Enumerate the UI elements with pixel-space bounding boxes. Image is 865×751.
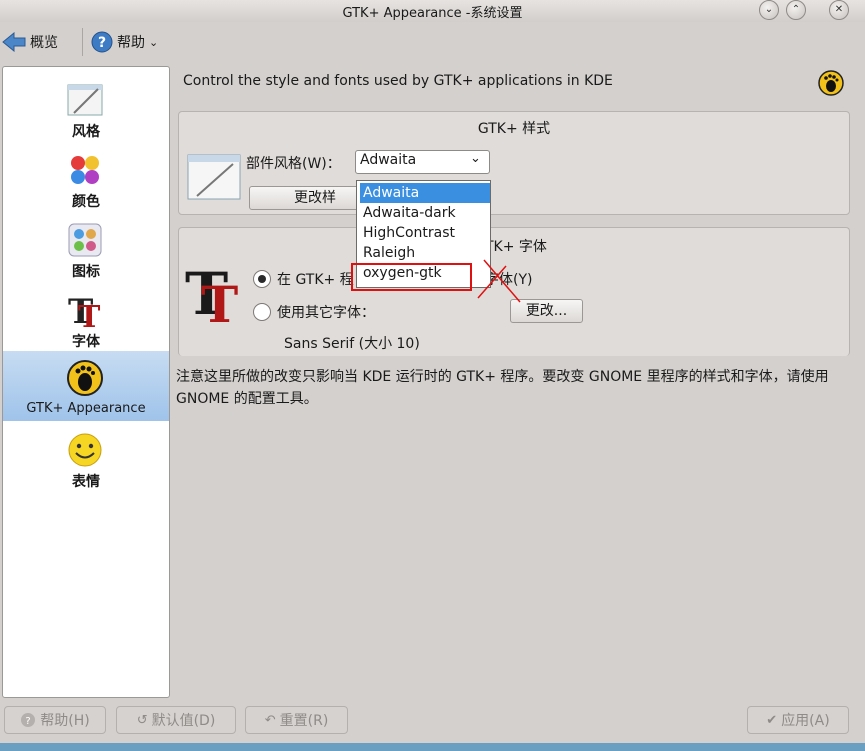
overview-label: 概览 [30,35,58,51]
sidebar: 风格 颜色 图标 T T 字体 GTK+ Appearance 表情 [2,66,170,698]
font-icon: T T [185,262,238,324]
dropdown-option[interactable]: Raleigh [360,243,490,263]
dropdown-option[interactable]: HighContrast [360,223,490,243]
current-font-desc: Sans Serif (大小 10) [284,336,420,352]
chevron-down-icon: ⌄ [470,151,481,166]
close-icon[interactable]: ✕ [829,0,849,20]
window-title: GTK+ Appearance -系统设置 [342,6,523,21]
group-title: GTK+ 样式 [477,121,551,137]
group-title: TK+ 字体 [485,239,547,255]
chevron-down-icon[interactable]: ⌄ [149,36,158,49]
font-icon: T T [68,292,101,329]
back-arrow-icon [2,32,26,52]
defaults-icon: ↺ [136,712,148,728]
checkmark-icon: ✔ [766,712,778,728]
note-text: 注意这里所做的改变只影响当 KDE 运行时的 GTK+ 程序。要改变 GNOME… [176,369,829,407]
help-icon: ? [91,31,113,53]
smiley-icon [68,433,102,467]
help-bottom-label: 帮助(H) [40,713,90,729]
defaults-button[interactable]: ↺ 默认值(D) [116,706,236,734]
sidebar-item-label: GTK+ Appearance [26,401,146,416]
svg-text:?: ? [26,716,31,727]
reset-button[interactable]: ↶ 重置(R) [245,706,348,734]
apply-button[interactable]: ✔ 应用(A) [747,706,849,734]
reset-label: 重置(R) [279,713,329,729]
title-bar: GTK+ Appearance -系统设置 ⌄ ⌃ ✕ [0,0,865,22]
radio-other-font[interactable] [253,303,271,321]
radio-other-font-label: 使用其它字体： [277,305,375,321]
overview-button[interactable]: 概览 [2,30,58,54]
dropdown-option[interactable]: Adwaita-dark [360,203,490,223]
annotation-cross-icon [477,259,521,303]
gnome-foot-icon [67,360,103,396]
window-style-icon [67,84,103,116]
page-description: Control the style and fonts used by GTK+… [183,73,613,89]
gnome-foot-icon [818,70,844,96]
widget-style-label: 部件风格(W)： [246,156,341,172]
help-bottom-button[interactable]: ? 帮助(H) [4,706,106,734]
svg-text:?: ? [98,35,106,51]
widget-style-select[interactable]: Adwaita ⌄ [355,150,490,174]
sidebar-item-color[interactable]: 颜色 [3,143,169,213]
gtk-style-group: GTK+ 样式 部件风格(W)： 更改样 [178,111,850,215]
sidebar-item-label: 字体 [72,334,100,350]
dropdown-option[interactable]: Adwaita [360,183,490,203]
help-icon: ? [21,713,36,727]
radio-gtk-font-label: 在 GTK+ 程 [277,272,354,288]
sidebar-item-emoticons[interactable]: 表情 [3,423,169,493]
desktop-strip [0,743,865,751]
sidebar-item-label: 图标 [72,264,100,280]
svg-text:T: T [78,300,101,329]
color-palette-icon [71,156,99,184]
undo-icon: ↶ [264,712,276,728]
svg-text:T: T [201,275,238,324]
select-value: Adwaita [360,152,417,168]
annotation-highlight-box [351,263,472,291]
sidebar-item-font[interactable]: T T 字体 [3,283,169,353]
toolbar-divider [82,28,83,56]
sidebar-item-label: 表情 [72,474,100,490]
apply-label: 应用(A) [781,713,830,729]
window-style-icon [187,154,241,200]
sidebar-item-label: 风格 [72,124,100,140]
help-label: 帮助 [117,35,145,51]
defaults-label: 默认值(D) [151,713,216,729]
radio-gtk-font[interactable] [253,270,271,288]
help-button[interactable]: ? 帮助 ⌄ [91,30,158,54]
icons-icon [68,223,102,257]
minimize-icon[interactable]: ⌄ [759,0,779,20]
sidebar-item-label: 颜色 [72,194,100,210]
sidebar-item-gtk-appearance[interactable]: GTK+ Appearance [3,351,169,421]
sidebar-item-style[interactable]: 风格 [3,73,169,143]
toolbar: 概览 ? 帮助 ⌄ [0,22,865,62]
maximize-icon[interactable]: ⌃ [786,0,806,20]
sidebar-item-icons[interactable]: 图标 [3,213,169,283]
